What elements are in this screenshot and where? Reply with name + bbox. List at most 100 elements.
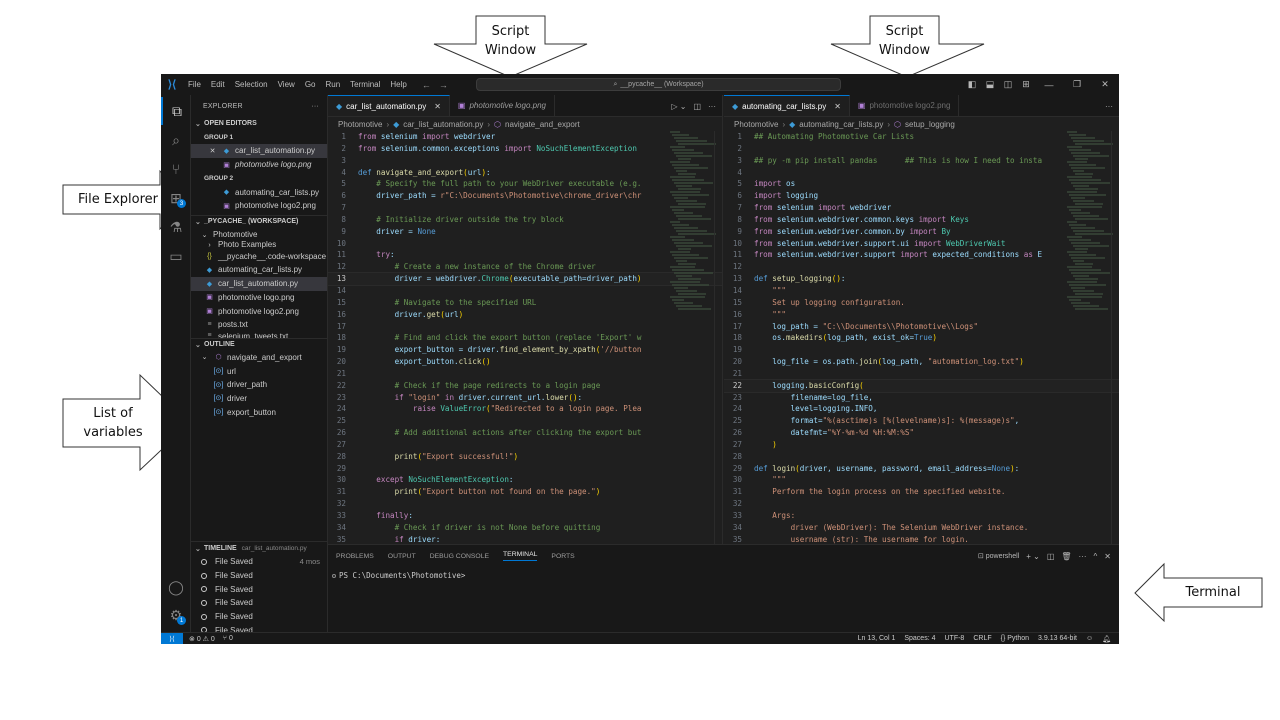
tree-item[interactable]: ◆ automating_car_lists.py <box>191 263 327 277</box>
code-line[interactable]: 3 ## py -m pip install pandas ## This is … <box>724 155 1119 167</box>
cursor-position[interactable]: Ln 13, Col 1 <box>858 635 896 643</box>
close-tab-icon[interactable]: ✕ <box>434 102 441 111</box>
vertical-scrollbar[interactable] <box>714 131 722 544</box>
code-line[interactable]: 1 from selenium import webdriver <box>328 131 722 143</box>
code-line[interactable]: 13 driver = webdriver.Chrome(executable_… <box>328 272 722 286</box>
breadcrumb-item[interactable]: car_list_automation.py <box>403 120 483 129</box>
code-line[interactable]: 15 Set up logging configuration. <box>724 297 1119 309</box>
code-line[interactable]: 19 <box>724 344 1119 356</box>
run-python-icon[interactable]: ▷ ⌄ <box>671 102 686 111</box>
code-line[interactable]: 4 <box>724 167 1119 179</box>
minimize-icon[interactable]: — <box>1035 80 1063 90</box>
code-line[interactable]: 12 # Create a new instance of the Chrome… <box>328 261 722 273</box>
open-editor-item[interactable]: ✕ ◆ car_list_automation.py <box>191 144 327 158</box>
search-icon[interactable]: ⌕ <box>161 126 191 154</box>
forward-arrow-icon[interactable]: → <box>439 80 448 90</box>
tab-photomotive-logo2[interactable]: ▣ photomotive logo2.png <box>850 95 960 116</box>
code-line[interactable]: 7 <box>328 202 722 214</box>
code-line[interactable]: 9 driver = None <box>328 226 722 238</box>
code-line[interactable]: 24 raise ValueError("Redirected to a log… <box>328 403 722 415</box>
toggle-panel-icon[interactable]: ⬓ <box>981 79 999 90</box>
code-line[interactable]: 2 from selenium.common.exceptions import … <box>328 143 722 155</box>
code-line[interactable]: 13 def setup_logging(): <box>724 273 1119 285</box>
outline-header[interactable]: ⌄ OUTLINE <box>191 337 327 351</box>
folder-item[interactable]: ⌄ Photomotive <box>191 228 327 242</box>
explorer-icon[interactable]: ⧉ <box>161 97 191 125</box>
code-line[interactable]: 11 from selenium.webdriver.support import… <box>724 249 1119 261</box>
open-editor-item[interactable]: ◆ automating_car_lists.py <box>191 185 327 199</box>
code-line[interactable]: 25 format="%(asctime)s [%(levelname)s]: … <box>724 415 1119 427</box>
tab-output[interactable]: OUTPUT <box>388 553 416 560</box>
menu-run[interactable]: Run <box>320 80 345 89</box>
code-line[interactable]: 5 # Specify the full path to your WebDri… <box>328 178 722 190</box>
outline-variable[interactable]: [⊙] url <box>191 364 327 378</box>
code-editor[interactable]: 1 ## Automating Photomotive Car Lists 2 3 ##… <box>724 131 1119 544</box>
more-actions-icon[interactable]: ··· <box>311 103 319 110</box>
code-line[interactable]: 32 <box>724 498 1119 510</box>
code-line[interactable]: 3 <box>328 155 722 167</box>
tab-car-list-automation[interactable]: ◆ car_list_automation.py ✕ <box>328 95 450 116</box>
code-line[interactable]: 21 <box>328 368 722 380</box>
timeline-entry[interactable]: File Saved <box>191 596 327 610</box>
terminal-shell-icon[interactable]: ⊡ powershell <box>978 552 1019 560</box>
code-line[interactable]: 10 from selenium.webdriver.support.ui imp… <box>724 238 1119 250</box>
split-editor-icon[interactable]: ◫ <box>693 102 701 111</box>
tree-item[interactable]: › Photo Examples <box>191 241 327 249</box>
code-line[interactable]: 34 driver (WebDriver): The Selenium WebD… <box>724 522 1119 534</box>
code-line[interactable]: 28 <box>724 451 1119 463</box>
open-editor-item[interactable]: ▣ photomotive logo.png <box>191 158 327 172</box>
code-line[interactable]: 17 log_path = "C:\\Documents\\Photomotiv… <box>724 321 1119 333</box>
code-line[interactable]: 35 username (str): The username for logi… <box>724 534 1119 544</box>
timeline-header[interactable]: ⌄ TIMELINE car_list_automation.py <box>191 542 327 555</box>
code-line[interactable]: 30 except NoSuchElementException: <box>328 474 722 486</box>
timeline-entry[interactable]: File Saved <box>191 569 327 583</box>
vertical-scrollbar[interactable] <box>1111 131 1119 544</box>
outline-function[interactable]: ⌄ ⬡ navigate_and_export <box>191 351 327 365</box>
code-line[interactable]: 33 Args: <box>724 510 1119 522</box>
problems-indicator[interactable]: ⊗ 0 ⚠ 0 <box>189 635 215 643</box>
language-mode[interactable]: {} Python <box>1001 635 1029 643</box>
close-tab-icon[interactable]: ✕ <box>834 102 841 111</box>
open-editor-item[interactable]: ▣ photomotive logo2.png <box>191 199 327 213</box>
code-line[interactable]: 29 <box>328 463 722 475</box>
code-line[interactable]: 12 <box>724 261 1119 273</box>
end-of-line[interactable]: CRLF <box>973 635 991 643</box>
code-line[interactable]: 24 level=logging.INFO, <box>724 403 1119 415</box>
source-control-icon[interactable]: ⑂ <box>161 155 191 183</box>
outline-variable[interactable]: [⊙] driver <box>191 392 327 406</box>
workspace-header[interactable]: ⌄ _PYCACHE_ (WORKSPACE) <box>191 214 327 228</box>
copilot-icon[interactable]: ☺ <box>1086 635 1093 643</box>
code-line[interactable]: 16 """ <box>724 309 1119 321</box>
tree-item[interactable]: ≡ posts.txt <box>191 318 327 332</box>
code-line[interactable]: 2 <box>724 143 1119 155</box>
terminal-line[interactable]: PS C:\Documents\Photomotive> <box>328 571 1119 580</box>
minimap[interactable] <box>1067 131 1113 544</box>
testing-flask-icon[interactable]: ⚗ <box>161 213 191 241</box>
remote-indicator-icon[interactable]: ⟩⟨ <box>161 632 183 644</box>
restore-icon[interactable]: ❐ <box>1063 79 1091 90</box>
tree-item[interactable]: ▣ photomotive logo2.png <box>191 304 327 318</box>
code-line[interactable]: 29 def login(driver, username, password, … <box>724 463 1119 475</box>
tree-item[interactable]: {} __pycache__.code-workspace <box>191 249 327 263</box>
breadcrumb-item[interactable]: Photomotive <box>338 120 382 129</box>
code-line[interactable]: 8 # Initialize driver outside the try bl… <box>328 214 722 226</box>
code-line[interactable]: 17 <box>328 321 722 333</box>
remote-explorer-icon[interactable]: ▭ <box>161 242 191 270</box>
code-line[interactable]: 20 export_button.click() <box>328 356 722 368</box>
notifications-bell-icon[interactable]: 🔔︎ <box>1102 635 1111 643</box>
command-center-search[interactable]: ⌕ __pycache__ (Workspace) <box>476 78 841 91</box>
code-line[interactable]: 25 <box>328 415 722 427</box>
new-terminal-icon[interactable]: + ⌄ <box>1026 552 1040 561</box>
maximize-panel-icon[interactable]: ^ <box>1094 552 1098 561</box>
menu-terminal[interactable]: Terminal <box>345 80 385 89</box>
menu-file[interactable]: File <box>183 80 206 89</box>
code-line[interactable]: 8 from selenium.webdriver.common.keys imp… <box>724 214 1119 226</box>
breadcrumb-item[interactable]: automating_car_lists.py <box>799 120 883 129</box>
code-line[interactable]: 18 # Find and click the export button (r… <box>328 332 722 344</box>
open-editors-header[interactable]: ⌄ OPEN EDITORS <box>191 117 327 130</box>
code-line[interactable]: 23 if "login" in driver.current_url.lowe… <box>328 392 722 404</box>
tab-terminal[interactable]: TERMINAL <box>503 551 538 561</box>
encoding[interactable]: UTF-8 <box>944 635 964 643</box>
code-line[interactable]: 1 ## Automating Photomotive Car Lists <box>724 131 1119 143</box>
menu-selection[interactable]: Selection <box>230 80 273 89</box>
